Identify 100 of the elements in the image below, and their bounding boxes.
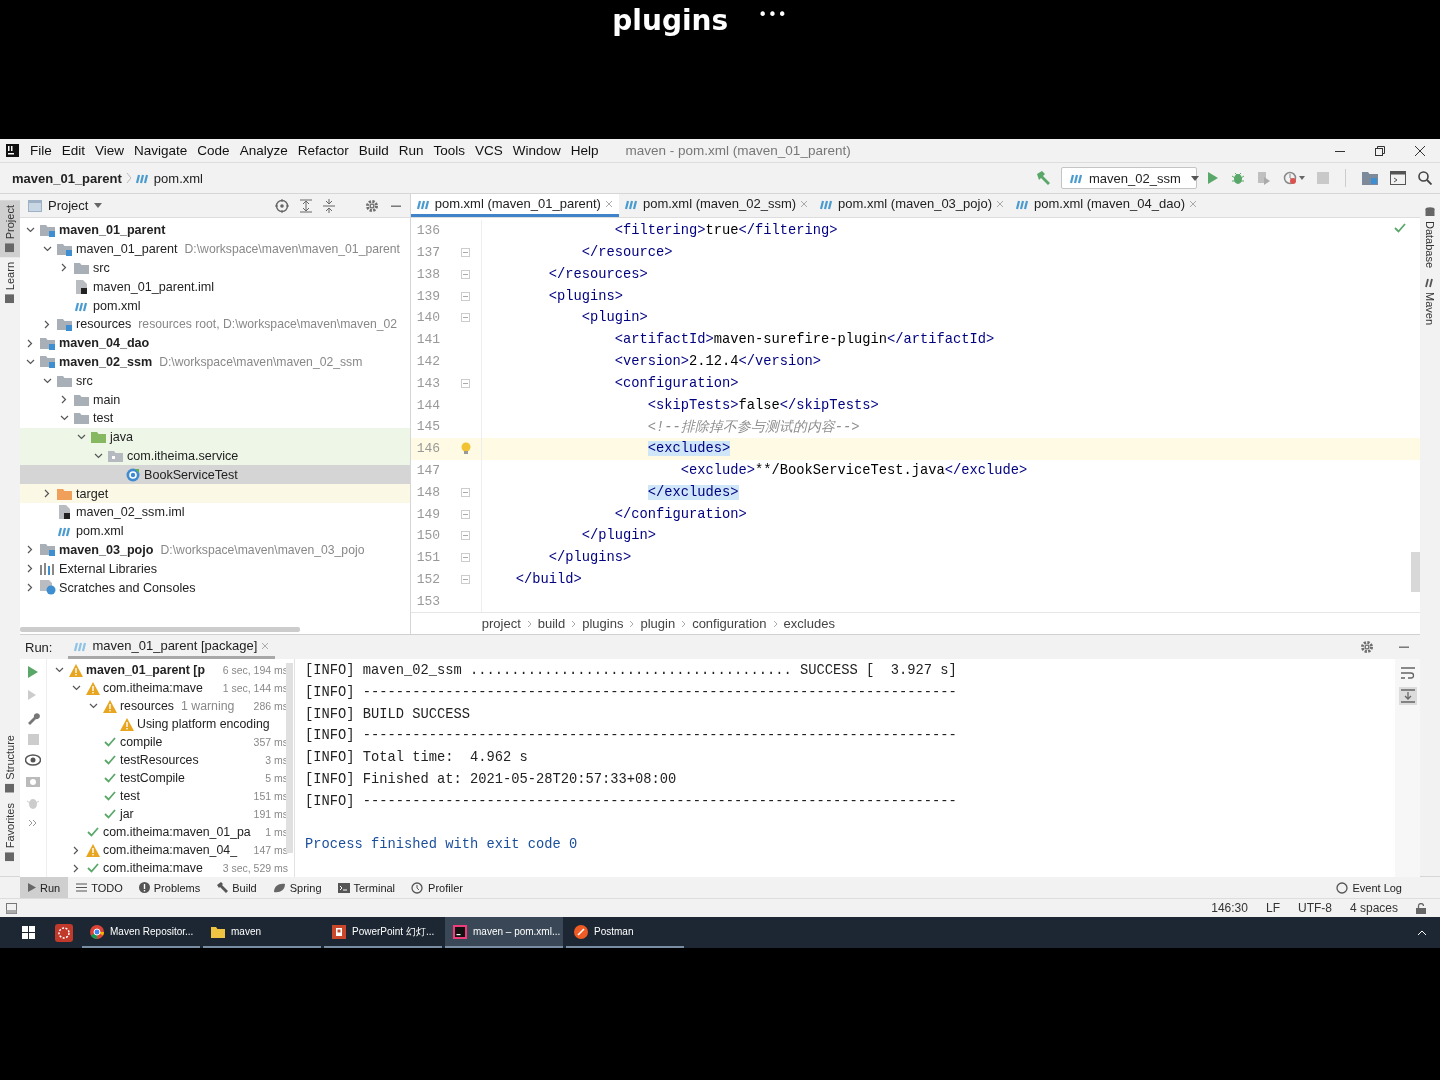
tool-window-tab[interactable]: Maven (1420, 273, 1440, 331)
taskbar-app[interactable]: Maven Repositor... (82, 917, 200, 948)
task-label[interactable]: com.itheima:maven_01_pa (103, 825, 251, 839)
profiler-icon[interactable] (1283, 171, 1305, 185)
run-icon[interactable] (1207, 171, 1219, 185)
scrollbar[interactable] (1411, 551, 1420, 592)
editor-tab[interactable]: pom.xml (maven_03_pojo) (814, 194, 1010, 217)
lightbulb-icon[interactable] (460, 442, 471, 456)
status-item[interactable]: LF (1265, 901, 1280, 915)
fold-marker-icon[interactable] (460, 553, 470, 563)
fold-marker-icon[interactable] (460, 248, 470, 257)
editor-tab[interactable]: pom.xml (maven_04_dao) (1010, 194, 1203, 217)
fold-marker-icon[interactable] (460, 574, 470, 584)
tree-row[interactable]: Scratches and Consoles (20, 578, 410, 597)
breadcrumb-item[interactable]: excludes (783, 616, 835, 632)
tool-window-button[interactable]: Build (208, 877, 265, 898)
tool-window-button[interactable]: Problems (130, 877, 209, 898)
task-label[interactable]: test (120, 789, 140, 803)
locate-icon[interactable] (274, 198, 289, 213)
run-configuration-dropdown[interactable]: maven_02_ssm (1061, 167, 1197, 189)
menu-item[interactable]: Help (565, 143, 604, 158)
tree-row[interactable]: java (20, 427, 410, 447)
task-label[interactable]: testResources (120, 753, 199, 767)
search-icon[interactable] (1418, 171, 1432, 185)
task-label[interactable]: resources (120, 699, 174, 713)
event-log-button[interactable]: Event Log (1328, 877, 1410, 898)
eye-icon[interactable] (25, 754, 41, 766)
tree-row[interactable]: target (20, 484, 410, 503)
breadcrumb-item[interactable]: project (481, 616, 521, 632)
tree-row[interactable]: External Libraries (20, 559, 410, 579)
task-label[interactable]: Using platform encoding (137, 717, 270, 731)
tool-window-button[interactable]: Terminal (329, 877, 404, 898)
menu-item[interactable]: Tools (428, 143, 470, 158)
menu-item[interactable]: View (90, 143, 130, 158)
menu-item[interactable]: Build (353, 143, 394, 158)
fold-marker-icon[interactable] (460, 378, 470, 388)
tree-row[interactable]: maven_01_parent (20, 221, 410, 240)
tree-row[interactable]: maven_01_parent.iml (20, 277, 410, 297)
tool-window-button[interactable]: Run (20, 877, 69, 898)
tree-row[interactable]: resources resources root, D:\workspace\maven\maven_02 (20, 315, 410, 334)
breadcrumb-item[interactable]: build (537, 616, 566, 632)
menu-item[interactable]: Analyze (234, 143, 293, 158)
breadcrumb-item[interactable]: maven_01_parent (12, 170, 122, 186)
close-tab-icon[interactable] (604, 199, 613, 208)
breadcrumb-item[interactable]: pom.xml (153, 170, 203, 186)
tree-row[interactable]: BookServiceTest (20, 465, 410, 485)
tree-row[interactable]: maven_01_parent D:\workspace\maven\maven_01_parent (20, 239, 410, 259)
status-item[interactable]: 146:30 (1211, 901, 1248, 915)
menu-item[interactable]: VCS (470, 143, 508, 158)
tree-row[interactable]: pom.xml (20, 521, 410, 541)
more-icon[interactable] (28, 819, 38, 827)
taskbar-app[interactable]: maven – pom.xml... (445, 917, 563, 948)
settings-icon[interactable] (1360, 640, 1374, 654)
tool-window-tab[interactable]: Favorites (0, 797, 20, 866)
task-label[interactable]: testCompile (120, 771, 185, 785)
editor-tab[interactable]: pom.xml (maven_01_parent) (410, 194, 619, 217)
tool-window-button[interactable]: Spring (264, 877, 330, 898)
task-label[interactable]: compile (120, 735, 163, 749)
scroll-to-end-icon[interactable] (1400, 689, 1415, 703)
tool-window-tab[interactable]: Structure (0, 730, 20, 798)
hammer-icon[interactable] (1035, 170, 1051, 186)
app-icon[interactable] (55, 923, 73, 942)
fold-marker-icon[interactable] (460, 291, 470, 301)
tree-row[interactable]: src (20, 258, 410, 278)
tree-row[interactable]: maven_03_pojo D:\workspace\maven\maven_03_pojo (20, 540, 410, 560)
breadcrumb-item[interactable]: plugins (582, 616, 624, 632)
tool-window-tab[interactable]: Database (1420, 202, 1440, 274)
tree-row[interactable]: pom.xml (20, 296, 410, 315)
menu-item[interactable]: Navigate (129, 143, 193, 158)
task-label[interactable]: com.itheima:mave (103, 861, 203, 875)
panel-title-dropdown[interactable]: Project (48, 198, 89, 213)
tree-row[interactable]: src (20, 371, 410, 391)
rerun-icon[interactable] (27, 665, 39, 679)
tree-row[interactable]: maven_04_dao (20, 333, 410, 353)
task-label[interactable]: jar (120, 807, 134, 821)
expand-all-icon[interactable] (299, 198, 312, 213)
taskbar-app[interactable]: maven (203, 917, 321, 948)
task-label[interactable]: maven_01_parent [p (86, 663, 205, 677)
tree-row[interactable]: maven_02_ssm.iml (20, 502, 410, 522)
tree-row[interactable]: main (20, 390, 410, 409)
run-tab[interactable]: maven_01_parent [package] (68, 635, 276, 659)
project-structure-icon[interactable] (1362, 171, 1378, 185)
task-label[interactable]: com.itheima:maven_04_ (103, 843, 237, 857)
settings-icon[interactable] (364, 198, 379, 213)
restore-icon[interactable] (1375, 145, 1385, 156)
menu-item[interactable]: Code (192, 143, 235, 158)
taskbar-app[interactable]: Postman (566, 917, 684, 948)
tool-window-button[interactable]: Profiler (403, 877, 471, 898)
menu-item[interactable]: Refactor (292, 143, 354, 158)
fold-marker-icon[interactable] (460, 269, 470, 279)
editor-tab[interactable]: pom.xml (maven_02_ssm) (618, 194, 815, 217)
soft-wrap-icon[interactable] (1400, 667, 1415, 679)
task-label[interactable]: com.itheima:mave (103, 681, 203, 695)
menu-item[interactable]: Edit (56, 143, 91, 158)
scrollbar[interactable] (20, 627, 300, 632)
tool-window-tab[interactable]: Project (0, 200, 20, 258)
status-item[interactable]: 4 spaces (1349, 901, 1398, 915)
menu-item[interactable]: File (25, 143, 57, 158)
menu-item[interactable]: Run (393, 143, 429, 158)
lock-icon[interactable] (1416, 902, 1426, 914)
